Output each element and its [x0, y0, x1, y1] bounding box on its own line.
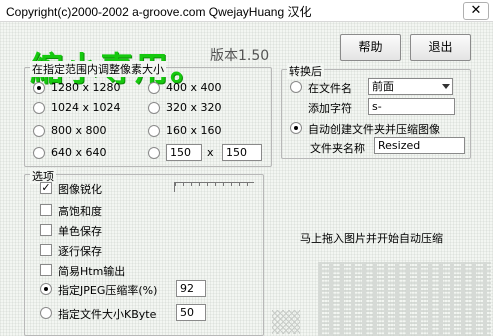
radio-1024-label: 1024 x 1024: [51, 101, 121, 114]
radio-800-label: 800 x 800: [51, 124, 107, 137]
radio-custom[interactable]: [148, 147, 160, 159]
auto-folder-label: 自动创建文件夹并压缩图像: [308, 123, 440, 136]
radio-640[interactable]: [33, 147, 45, 159]
radio-1280-label: 1280 x 1280: [51, 81, 121, 94]
jpeg-quality-label: 指定JPEG压缩率(%): [58, 284, 158, 297]
mono-label: 单色保存: [58, 225, 102, 238]
progressive-label: 逐行保存: [58, 245, 102, 258]
checkbox-sharpen[interactable]: ✓: [40, 182, 52, 194]
window-title: Copyright(c)2000-2002 a-groove.com Qweja…: [6, 5, 312, 19]
checkbox-simple-html[interactable]: [40, 264, 52, 276]
position-select-value: 前面: [372, 80, 394, 93]
radio-400-label: 400 x 400: [166, 81, 222, 94]
simple-html-label: 简易Htm输出: [58, 265, 126, 278]
radio-160-label: 160 x 160: [166, 124, 222, 137]
add-char-label: 添加字符: [308, 102, 352, 115]
help-button[interactable]: 帮助: [340, 34, 401, 61]
radio-1024[interactable]: [33, 102, 45, 114]
folder-name-input[interactable]: Resized: [374, 137, 465, 154]
sharpen-slider[interactable]: [174, 182, 254, 192]
chevron-down-icon: [442, 84, 450, 89]
checkbox-progressive[interactable]: [40, 244, 52, 256]
radio-640-label: 640 x 640: [51, 146, 107, 159]
convert-group-title: 转换后: [287, 63, 324, 79]
radio-1280[interactable]: [33, 82, 45, 94]
exit-button[interactable]: 退出: [410, 34, 471, 61]
client-area: 縮小専用。 版本1.50 帮助 退出 在指定范围内调整像素大小 1280 x 1…: [0, 22, 493, 336]
radio-jpeg-quality[interactable]: [40, 283, 52, 295]
radio-auto-folder[interactable]: [290, 122, 302, 134]
radio-320[interactable]: [148, 102, 160, 114]
filesize-input[interactable]: 50: [176, 304, 206, 321]
radio-400[interactable]: [148, 82, 160, 94]
radio-800[interactable]: [33, 125, 45, 137]
saturation-label: 高饱和度: [58, 205, 102, 218]
drop-message: 马上拖入图片并开始自动压缩: [300, 232, 443, 245]
custom-width-input[interactable]: 150: [166, 144, 202, 161]
custom-height-input[interactable]: 150: [222, 144, 262, 161]
radio-320-label: 320 x 320: [166, 101, 222, 114]
resize-group-title: 在指定范围内调整像素大小: [30, 61, 166, 77]
position-select[interactable]: 前面: [368, 78, 453, 95]
version-label: 版本1.50: [210, 48, 270, 64]
window-close-button[interactable]: ✕: [463, 2, 489, 20]
folder-name-label: 文件夹名称: [310, 142, 365, 155]
radio-in-filename[interactable]: [290, 81, 302, 93]
add-char-input[interactable]: s-: [368, 98, 455, 115]
in-filename-label: 在文件名: [308, 82, 352, 95]
sharpen-label: 图像锐化: [58, 183, 102, 196]
radio-160[interactable]: [148, 125, 160, 137]
title-bar: Copyright(c)2000-2002 a-groove.com Qweja…: [0, 0, 493, 22]
checkbox-saturation[interactable]: [40, 204, 52, 216]
drop-zone[interactable]: [318, 262, 491, 336]
checkbox-mono[interactable]: [40, 224, 52, 236]
radio-filesize[interactable]: [40, 307, 52, 319]
filesize-label: 指定文件大小KByte: [58, 308, 157, 321]
jpeg-quality-input[interactable]: 92: [176, 280, 206, 297]
custom-x-label: x: [207, 146, 214, 159]
resize-grip[interactable]: [272, 310, 300, 334]
